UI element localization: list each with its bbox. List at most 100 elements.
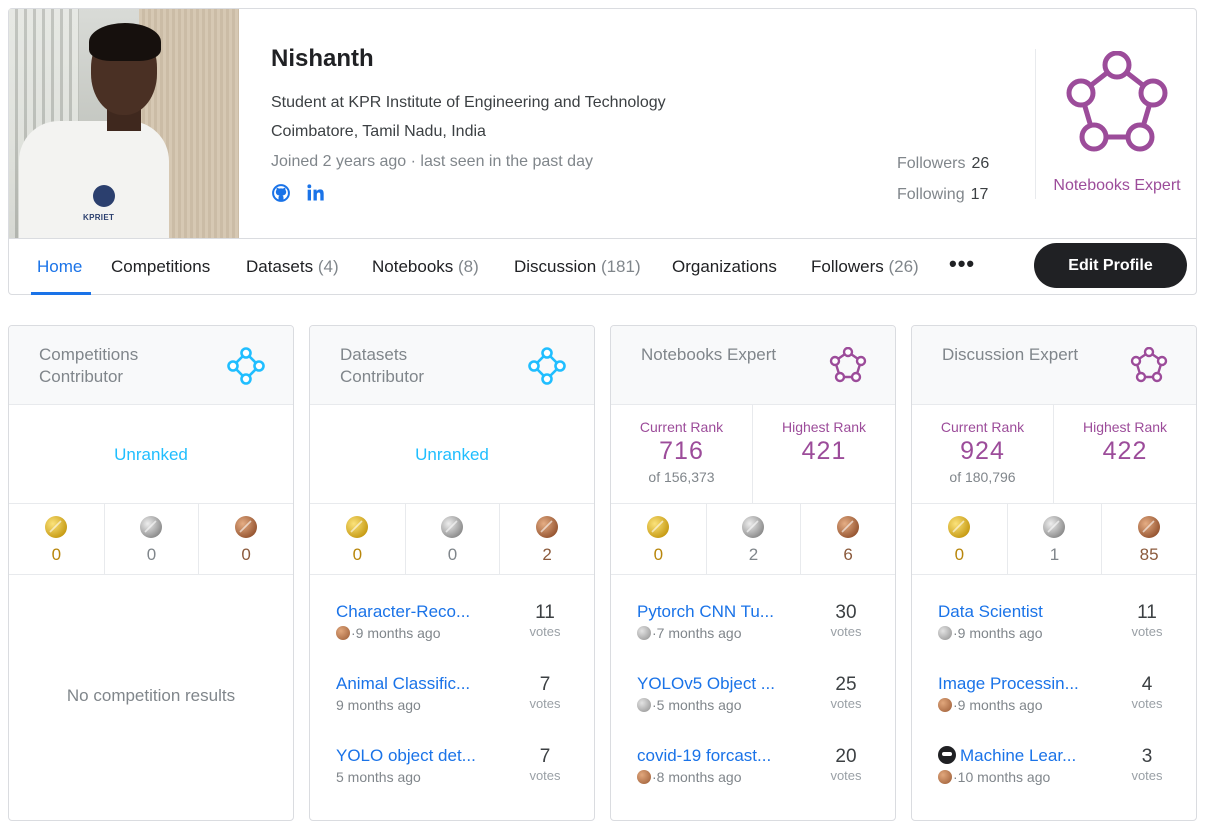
vote-count[interactable]: 30 votes: [821, 602, 871, 639]
item-title-link[interactable]: Pytorch CNN Tu...: [637, 602, 792, 622]
profile-name: Nishanth: [271, 45, 374, 72]
item-meta: ·7 months ago: [637, 625, 742, 641]
item-title-link[interactable]: Character-Reco...: [336, 602, 491, 622]
kaggle-emoji-icon: [938, 746, 956, 764]
medal-summary: 0 0 0: [9, 504, 293, 575]
following-label: Following: [897, 186, 965, 203]
votes-number: 7: [539, 674, 551, 695]
votes-number: 25: [835, 674, 857, 695]
list-item[interactable]: Data Scientist ·9 months ago 11 votes: [938, 602, 1172, 652]
card-header: Competitions Contributor: [9, 326, 293, 405]
current-rank: Current Rank 924 of 180,796: [912, 405, 1054, 504]
item-title-link[interactable]: Machine Lear...: [938, 746, 1093, 766]
list-item[interactable]: Animal Classific... 9 months ago 7 votes: [336, 674, 570, 724]
list-item[interactable]: YOLO object det... 5 months ago 7 votes: [336, 746, 570, 796]
bronze-count: 6: [843, 545, 853, 564]
bronze-medal-count: 85: [1101, 504, 1196, 575]
gold-count: 0: [352, 545, 363, 564]
bronze-medal-icon: [536, 516, 559, 538]
following-stat[interactable]: Following 17: [897, 186, 988, 204]
silver-medal-count: 2: [705, 504, 801, 575]
avatar[interactable]: KPRIET: [9, 9, 239, 239]
vote-count[interactable]: 7 votes: [520, 674, 570, 711]
tab-competitions[interactable]: Competitions: [111, 257, 210, 277]
votes-label: votes: [1131, 768, 1163, 783]
votes-label: votes: [529, 696, 561, 711]
rank-total: of 156,373: [648, 469, 715, 485]
silver-count: 0: [146, 545, 157, 564]
item-meta: ·8 months ago: [637, 769, 742, 785]
shirt-logo-icon: [93, 185, 115, 207]
contributor-tier-icon: [528, 347, 566, 385]
tab-discussion-label: Discussion: [514, 257, 597, 276]
followers-stat[interactable]: Followers 26: [897, 155, 989, 173]
vote-count[interactable]: 25 votes: [821, 674, 871, 711]
card-header: Discussion Expert: [912, 326, 1196, 405]
highest-rank: Highest Rank 422: [1054, 405, 1196, 504]
item-title-link[interactable]: Image Processin...: [938, 674, 1093, 694]
tab-organizations[interactable]: Organizations: [672, 257, 777, 277]
votes-label: votes: [830, 768, 862, 783]
vote-count[interactable]: 11 votes: [1122, 602, 1172, 639]
item-time: 10 months ago: [957, 769, 1051, 785]
tab-home[interactable]: Home: [37, 257, 82, 277]
linkedin-icon[interactable]: [306, 183, 326, 203]
item-title-link[interactable]: YOLOv5 Object ...: [637, 674, 792, 694]
list-item[interactable]: Character-Reco... ·9 months ago 11 votes: [336, 602, 570, 652]
bronze-medal-icon: [1138, 516, 1161, 538]
bronze-medal-count: 6: [800, 504, 895, 575]
expert-tier-icon: [1066, 51, 1168, 152]
list-item[interactable]: YOLOv5 Object ... ·5 months ago 25 votes: [637, 674, 871, 724]
vote-count[interactable]: 11 votes: [520, 602, 570, 639]
vote-count[interactable]: 4 votes: [1122, 674, 1172, 711]
votes-number: 20: [835, 746, 857, 767]
profile-nav: Home Competitions Datasets (4) Notebooks…: [9, 238, 1196, 295]
card-title: Competitions Contributor: [39, 345, 139, 386]
item-time: 9 months ago: [957, 697, 1043, 713]
votes-label: votes: [529, 624, 561, 639]
tab-datasets[interactable]: Datasets (4): [246, 257, 339, 277]
gold-medal-icon: [647, 516, 670, 538]
rank-status: Unranked: [114, 445, 188, 464]
list-item[interactable]: Image Processin... ·9 months ago 4 votes: [938, 674, 1172, 724]
more-options-icon[interactable]: •••: [949, 251, 975, 277]
votes-label: votes: [529, 768, 561, 783]
vote-count[interactable]: 3 votes: [1122, 746, 1172, 783]
tab-discussion-count: (181): [600, 257, 641, 276]
item-meta: ·10 months ago: [938, 769, 1050, 785]
vote-count[interactable]: 7 votes: [520, 746, 570, 783]
bronze-medal-count: 2: [499, 504, 594, 575]
current-rank-value: 924: [960, 437, 1005, 465]
vote-count[interactable]: 20 votes: [821, 746, 871, 783]
item-title-text: Machine Lear...: [960, 746, 1077, 765]
gold-medal-count: 0: [9, 504, 104, 575]
item-meta: 5 months ago: [336, 769, 421, 785]
card-title: Datasets Contributor: [340, 345, 425, 386]
tab-followers[interactable]: Followers (26): [811, 257, 919, 277]
profile-joined: Joined 2 years ago · last seen in the pa…: [271, 153, 593, 170]
gold-count: 0: [51, 545, 62, 564]
list-item[interactable]: covid-19 forcast... ·8 months ago 20 vote…: [637, 746, 871, 796]
bronze-medal-icon: [637, 770, 651, 784]
silver-medal-icon: [441, 516, 464, 538]
item-title-link[interactable]: Data Scientist: [938, 602, 1093, 622]
edit-profile-button[interactable]: Edit Profile: [1034, 243, 1187, 288]
expert-tier-icon: [1130, 347, 1168, 383]
item-title-link[interactable]: covid-19 forcast...: [637, 746, 792, 766]
tab-notebooks[interactable]: Notebooks (8): [372, 257, 479, 277]
item-time: 9 months ago: [957, 625, 1043, 641]
bronze-medal-icon: [938, 770, 952, 784]
votes-number: 11: [535, 602, 555, 623]
tab-discussion[interactable]: Discussion (181): [514, 257, 641, 277]
discussion-tier-card: Discussion Expert Current Rank 924 of 18…: [911, 325, 1197, 821]
bronze-medal-count: 0: [198, 504, 293, 575]
gold-medal-count: 0: [310, 504, 405, 575]
bronze-count: 2: [542, 545, 552, 564]
item-title-link[interactable]: YOLO object det...: [336, 746, 491, 766]
list-item[interactable]: Machine Lear... ·10 months ago 3 votes: [938, 746, 1172, 796]
votes-label: votes: [830, 624, 862, 639]
votes-number: 3: [1141, 746, 1153, 767]
github-icon[interactable]: [271, 183, 291, 203]
item-title-link[interactable]: Animal Classific...: [336, 674, 491, 694]
list-item[interactable]: Pytorch CNN Tu... ·7 months ago 30 votes: [637, 602, 871, 652]
